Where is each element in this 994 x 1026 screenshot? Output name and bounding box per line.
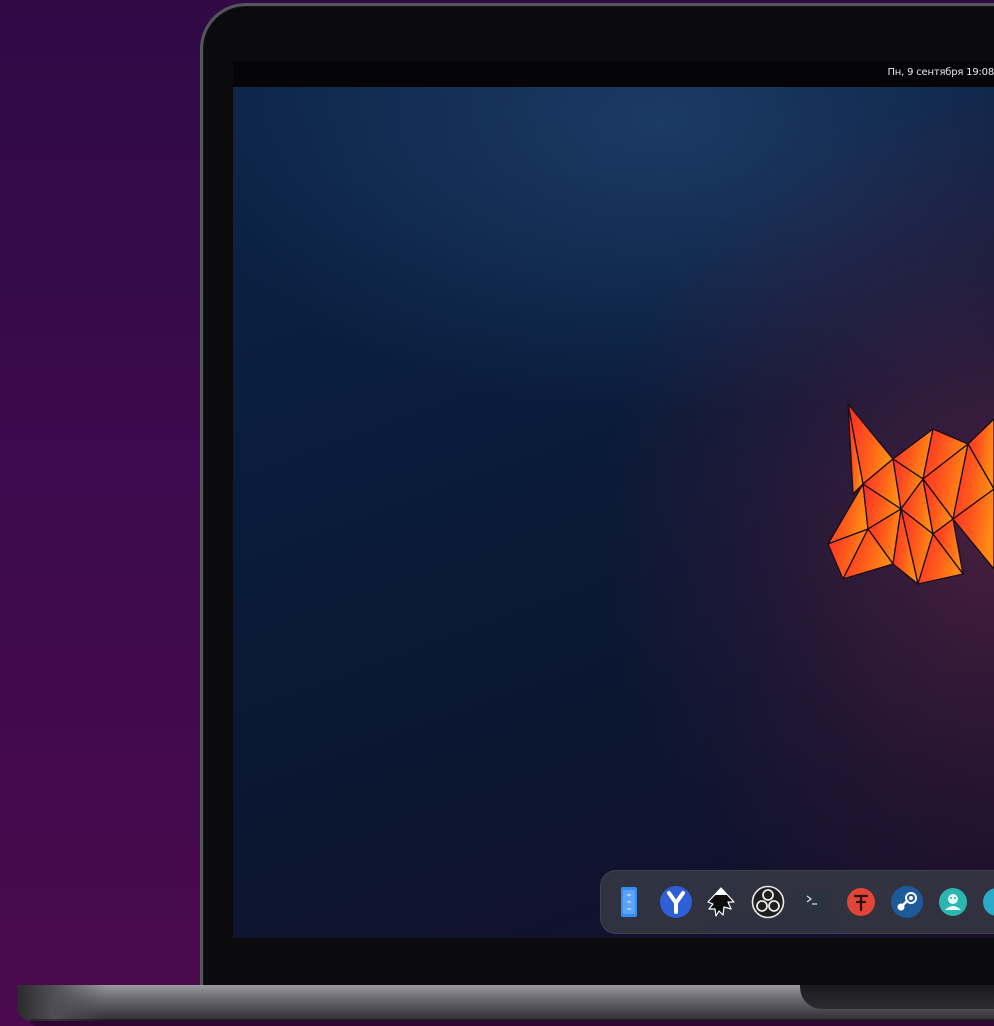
- top-panel: Пн, 9 сентября 19:08: [233, 61, 994, 87]
- laptop-base-edge: [17, 985, 107, 1021]
- red-app-icon[interactable]: [844, 885, 878, 919]
- laptop-opening-notch: [800, 985, 994, 1009]
- clock[interactable]: Пн, 9 сентября 19:08: [887, 67, 994, 78]
- obs-icon[interactable]: [751, 885, 785, 919]
- yandex-browser-icon[interactable]: [659, 885, 693, 919]
- inkscape-icon[interactable]: [704, 885, 738, 919]
- partial-app-icon[interactable]: [980, 885, 994, 919]
- laptop-shadow: [30, 1019, 994, 1026]
- dock: [600, 870, 994, 934]
- wallpaper-fox-logo: [827, 403, 994, 585]
- file-manager-icon[interactable]: [612, 885, 646, 919]
- desktop-screen: Пн, 9 сентября 19:08: [233, 61, 994, 938]
- steam-icon[interactable]: [890, 885, 924, 919]
- teal-app-icon[interactable]: [936, 885, 970, 919]
- terminal-icon[interactable]: [798, 885, 832, 919]
